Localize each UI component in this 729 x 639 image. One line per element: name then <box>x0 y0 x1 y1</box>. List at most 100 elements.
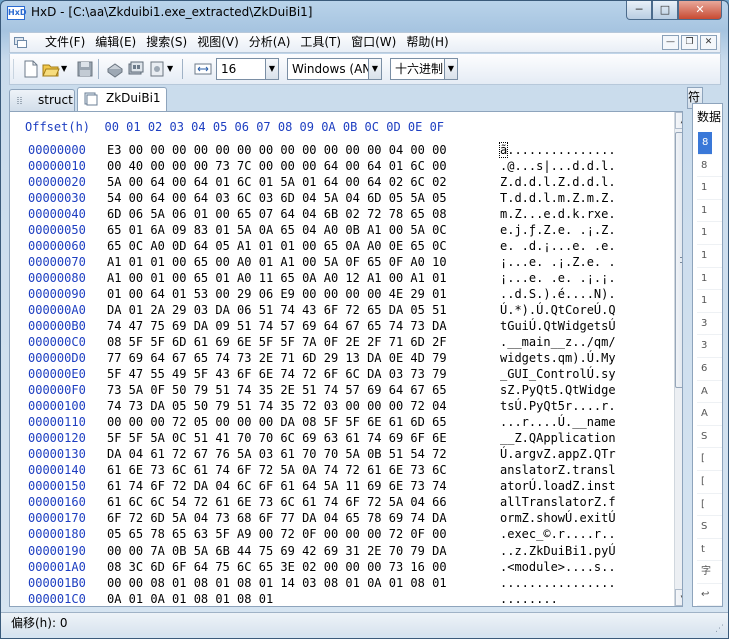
resize-grip-icon[interactable]: ⋰ <box>715 619 724 639</box>
data-inspector-row[interactable]: [ <box>697 471 722 494</box>
row-ascii-text[interactable]: __Z.QApplication <box>500 430 616 446</box>
row-ascii-text[interactable]: .exec_©.r....r.. <box>500 526 616 542</box>
row-ascii-text[interactable]: Z.d.d.l.Z.d.d.l. <box>500 174 616 190</box>
row-hex-bytes[interactable]: A1 01 01 00 65 00 A0 01 A1 00 5A 0F 65 0… <box>107 254 447 270</box>
data-inspector-row[interactable]: 1 <box>697 245 722 268</box>
row-hex-bytes[interactable]: 08 5F 5F 6D 61 69 6E 5F 5F 7A 0F 2E 2F 7… <box>107 334 447 350</box>
row-hex-bytes[interactable]: 00 00 00 72 05 00 00 00 DA 08 5F 5F 6E 6… <box>107 414 447 430</box>
charset-select[interactable]: Windows (AN <box>287 58 369 80</box>
open-dropdown-arrow[interactable]: ▼ <box>61 60 71 78</box>
data-inspector-row[interactable]: 1 <box>697 222 722 245</box>
data-inspector-row[interactable]: 3 <box>697 313 722 336</box>
bytes-per-row-dropdown-button[interactable]: ▼ <box>265 58 279 80</box>
menu-tools[interactable]: 工具(T) <box>295 35 346 50</box>
hex-editor[interactable]: Offset(h) 00 01 02 03 04 05 06 07 08 09 … <box>9 111 683 607</box>
data-inspector-list[interactable]: 8 8 1 1 1 1 1 1 3 3 6 A A S[[[St 字 ↩ <box>697 132 722 606</box>
row-ascii-text[interactable]: _GUI_ControlÚ.sy <box>500 366 616 382</box>
save-icon[interactable] <box>76 60 94 78</box>
data-inspector-row[interactable]: S <box>697 516 722 539</box>
maximize-button[interactable]: □ <box>652 1 678 20</box>
row-hex-bytes[interactable]: 00 40 00 00 00 73 7C 00 00 00 64 00 64 0… <box>107 158 447 174</box>
data-inspector-row[interactable]: 8 <box>697 155 722 178</box>
data-inspector-row[interactable]: 6 <box>697 358 722 381</box>
row-ascii-text[interactable]: e. .d.¡...e. .e. <box>500 238 616 254</box>
data-inspector-row[interactable]: S <box>697 426 722 449</box>
menu-analysis[interactable]: 分析(A) <box>244 35 296 50</box>
data-inspector-row[interactable]: [ <box>697 494 722 517</box>
menu-edit[interactable]: 编辑(E) <box>90 35 141 50</box>
row-hex-bytes[interactable]: 6F 72 6D 5A 04 73 68 6F 77 DA 04 65 78 6… <box>107 510 447 526</box>
document-icon[interactable] <box>14 37 28 49</box>
data-inspector-row[interactable]: A <box>697 403 722 426</box>
row-ascii-text[interactable]: ........ <box>500 591 558 606</box>
row-ascii-text[interactable]: tsÚ.PyQt5r....r. <box>500 398 616 414</box>
row-ascii-text[interactable]: e.j.ƒ.Z.e. .¡.Z. <box>500 222 616 238</box>
menu-search[interactable]: 搜索(S) <box>141 35 192 50</box>
disk-image-dropdown-arrow[interactable]: ▼ <box>167 60 177 78</box>
row-hex-bytes[interactable]: 74 47 75 69 DA 09 51 74 57 69 64 67 65 7… <box>107 318 447 334</box>
row-hex-bytes[interactable]: 61 74 6F 72 DA 04 6C 6F 61 64 5A 11 69 6… <box>107 478 447 494</box>
row-ascii-text[interactable]: allTranslatorZ.f <box>500 494 616 510</box>
disk-image-icon[interactable] <box>148 60 166 78</box>
data-inspector-row[interactable]: 1 <box>697 290 722 313</box>
offset-base-dropdown-button[interactable]: ▼ <box>444 58 458 80</box>
row-hex-bytes[interactable]: 00 00 08 01 08 01 08 01 14 03 08 01 0A 0… <box>107 575 447 591</box>
row-hex-bytes[interactable]: 0A 01 0A 01 08 01 08 01 <box>107 591 273 606</box>
row-ascii-text[interactable]: ã............... <box>498 142 616 158</box>
data-inspector-row[interactable]: 3 <box>697 335 722 358</box>
bytes-per-row-select[interactable]: 16 <box>216 58 266 80</box>
scroll-up-button[interactable]: ▲ <box>675 112 682 129</box>
data-inspector-row[interactable]: [ <box>697 448 722 471</box>
open-folder-icon[interactable] <box>42 60 60 78</box>
row-ascii-text[interactable]: ...r....Ú.__name <box>500 414 616 430</box>
row-ascii-text[interactable]: ¡...e. .¡.Z.e. . <box>500 254 616 270</box>
row-hex-bytes[interactable]: 65 01 6A 09 83 01 5A 0A 65 04 A0 0B A1 0… <box>107 222 447 238</box>
menu-file[interactable]: 文件(F) <box>40 35 90 50</box>
vertical-scrollbar[interactable]: ▲ ▼ <box>674 112 682 606</box>
mdi-close-button[interactable]: ✕ <box>700 35 717 50</box>
row-hex-bytes[interactable]: 05 65 78 65 63 5F A9 00 72 0F 00 00 00 7… <box>107 526 447 542</box>
row-ascii-text[interactable]: anslatorZ.transl <box>500 462 616 478</box>
row-hex-bytes[interactable]: 74 73 DA 05 50 79 51 74 35 72 03 00 00 0… <box>107 398 447 414</box>
data-inspector-row[interactable]: A <box>697 381 722 404</box>
data-inspector-row[interactable]: t <box>697 539 722 562</box>
scroll-thumb[interactable] <box>675 132 682 388</box>
row-ascii-text[interactable]: sZ.PyQt5.QtWidge <box>500 382 616 398</box>
data-inspector-row[interactable]: 1 <box>697 268 722 291</box>
tab-struct[interactable]: struct <box>9 89 75 111</box>
minimize-button[interactable]: ─ <box>626 1 652 20</box>
menu-help[interactable]: 帮助(H) <box>401 35 453 50</box>
row-ascii-text[interactable]: Ú.*).Ú.QtCoreÚ.Q <box>500 302 616 318</box>
row-hex-bytes[interactable]: E3 00 00 00 00 00 00 00 00 00 00 00 00 0… <box>107 142 447 158</box>
row-ascii-text[interactable]: ormZ.showÚ.exitÚ <box>500 510 616 526</box>
row-ascii-text[interactable]: ..z.ZkDuiBi1.pyÚ <box>500 543 616 559</box>
data-inspector-row[interactable]: 8 <box>698 132 712 155</box>
data-inspector-row[interactable]: 1 <box>697 200 722 223</box>
row-ascii-text[interactable]: m.Z...e.d.k.rxe. <box>500 206 616 222</box>
menu-view[interactable]: 视图(V) <box>192 35 244 50</box>
row-hex-bytes[interactable]: 5A 00 64 00 64 01 6C 01 5A 01 64 00 64 0… <box>107 174 447 190</box>
row-hex-bytes[interactable]: 6D 06 5A 06 01 00 65 07 64 04 6B 02 72 7… <box>107 206 447 222</box>
data-inspector-row[interactable]: 1 <box>697 177 722 200</box>
menu-window[interactable]: 窗口(W) <box>346 35 401 50</box>
row-ascii-text[interactable]: Ú.argvZ.appZ.QTr <box>500 446 616 462</box>
row-ascii-text[interactable]: ................ <box>500 575 616 591</box>
row-ascii-text[interactable]: .__main__z../qm/ <box>500 334 616 350</box>
mdi-minimize-button[interactable]: — <box>662 35 679 50</box>
new-file-icon[interactable] <box>22 60 40 78</box>
row-ascii-text[interactable]: T.d.d.l.m.Z.m.Z. <box>500 190 616 206</box>
scroll-down-button[interactable]: ▼ <box>675 589 682 606</box>
row-hex-bytes[interactable]: 77 69 64 67 65 74 73 2E 71 6D 29 13 DA 0… <box>107 350 447 366</box>
row-hex-bytes[interactable]: 00 00 7A 0B 5A 6B 44 75 69 42 69 31 2E 7… <box>107 543 447 559</box>
row-ascii-text[interactable]: ..d.S.).é....N). <box>500 286 616 302</box>
row-hex-bytes[interactable]: DA 01 2A 29 03 DA 06 51 74 43 6F 72 65 D… <box>107 302 447 318</box>
mdi-restore-button[interactable]: ❐ <box>681 35 698 50</box>
data-inspector-row[interactable]: ↩ <box>697 584 722 606</box>
row-ascii-text[interactable]: tGuiÚ.QtWidgetsÚ <box>500 318 616 334</box>
row-ascii-text[interactable]: .<module>....s.. <box>500 559 616 575</box>
data-inspector-row[interactable]: 字 <box>697 561 722 584</box>
row-ascii-text[interactable]: widgets.qm).Ú.My <box>500 350 616 366</box>
row-hex-bytes[interactable]: 5F 47 55 49 5F 43 6F 6E 74 72 6F 6C DA 0… <box>107 366 447 382</box>
offset-base-select[interactable]: 十六进制 <box>390 58 445 80</box>
ram-icon[interactable] <box>127 60 145 78</box>
